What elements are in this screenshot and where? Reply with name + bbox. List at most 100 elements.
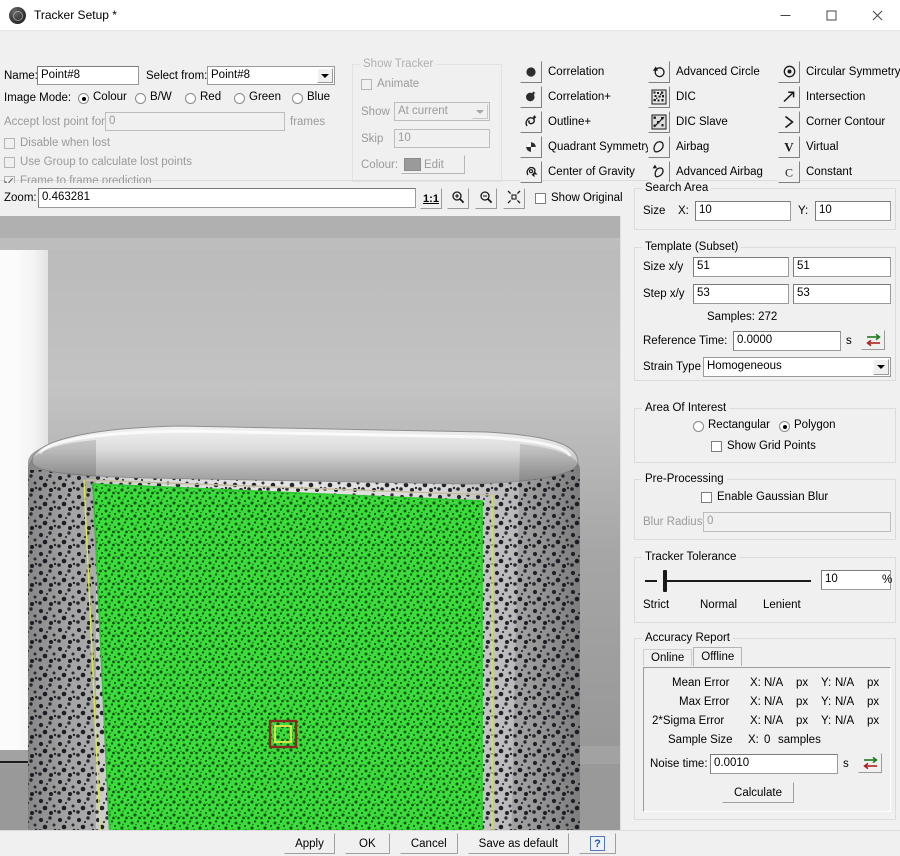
search-area-x-input[interactable]: 10 <box>695 201 791 221</box>
colour-swatch <box>404 158 421 171</box>
cancel-button[interactable]: Cancel <box>400 833 458 854</box>
settings-column: Search Area Size X: 10 Y: 10 Template (S… <box>634 186 898 830</box>
tracker-type-label: Outline+ <box>548 116 591 128</box>
two-sigma-x-value: N/A <box>764 715 783 727</box>
zoom-1to1-button[interactable]: 1:1 <box>420 188 442 209</box>
disable-when-lost-checkbox[interactable] <box>4 138 15 149</box>
preprocessing-group: Pre-Processing Enable Gaussian Blur Blur… <box>634 479 896 540</box>
tracker-type-center-of-gravity[interactable]: Center of Gravity <box>520 159 640 184</box>
strain-type-combo[interactable]: Homogeneous <box>703 357 891 377</box>
show-grid-points-checkbox[interactable] <box>711 441 722 452</box>
tracker-type-correlation[interactable]: Correlation <box>520 59 640 84</box>
tracker-tolerance-title: Tracker Tolerance <box>642 551 739 563</box>
quadrant-symmetry-icon <box>520 136 542 158</box>
close-button[interactable] <box>854 0 900 31</box>
tracker-type-label: Circular Symmetry <box>806 66 900 78</box>
noise-time-input[interactable]: 0.0010 <box>710 754 838 774</box>
reference-time-input[interactable]: 0.0000 <box>733 331 841 351</box>
maximize-button[interactable] <box>808 0 854 31</box>
chevron-down-icon[interactable] <box>317 68 333 83</box>
tracker-type-label: Virtual <box>806 141 838 153</box>
tracker-type-constant[interactable]: C Constant <box>778 159 898 184</box>
accept-lost-point-input[interactable]: 0 <box>105 112 285 131</box>
advanced-airbag-icon <box>648 161 670 183</box>
chevron-down-icon[interactable] <box>472 104 488 119</box>
template-step-x-input[interactable]: 53 <box>693 284 789 304</box>
tracker-type-label: Center of Gravity <box>548 166 635 178</box>
search-area-y-input[interactable]: 10 <box>815 201 891 221</box>
animate-checkbox[interactable] <box>361 79 372 90</box>
image-vertical-scrollbar[interactable] <box>620 216 634 830</box>
minimize-button[interactable] <box>762 0 808 31</box>
tracker-type-dic[interactable]: DIC <box>648 84 768 109</box>
tracker-type-correlation-plus[interactable]: Correlation+ <box>520 84 640 109</box>
tracker-type-corner-contour[interactable]: Corner Contour <box>778 109 898 134</box>
use-group-lost-checkbox[interactable] <box>4 157 15 168</box>
save-as-default-button[interactable]: Save as default <box>468 833 569 854</box>
frames-unit-label: frames <box>290 116 325 128</box>
help-button[interactable]: ? <box>579 833 616 854</box>
template-step-y-input[interactable]: 53 <box>793 284 891 304</box>
enable-gaussian-blur-checkbox[interactable] <box>701 492 712 503</box>
search-area-title: Search Area <box>642 182 711 194</box>
image-mode-radio-blue[interactable] <box>292 93 303 104</box>
tolerance-input[interactable]: 10 <box>821 570 891 590</box>
select-from-combo[interactable]: Point#8 <box>207 66 335 85</box>
tracker-type-outline-plus[interactable]: Outline+ <box>520 109 640 134</box>
tab-online[interactable]: Online <box>643 649 692 666</box>
zoom-in-button[interactable] <box>447 188 469 209</box>
search-area-group: Search Area Size X: 10 Y: 10 <box>634 188 896 230</box>
reference-time-apply-button[interactable] <box>861 330 885 350</box>
show-combo[interactable]: At current <box>394 102 490 121</box>
window-title-bar: Tracker Setup * <box>0 0 900 31</box>
mean-error-x-label: X: <box>750 677 761 689</box>
tracker-type-virtual[interactable]: V Virtual <box>778 134 898 159</box>
zoom-input[interactable]: 0.463281 <box>38 188 416 208</box>
colour-edit-button[interactable]: Edit <box>401 155 465 174</box>
blur-radius-input[interactable]: 0 <box>703 512 891 532</box>
blur-radius-label: Blur Radius <box>643 516 702 528</box>
skip-input[interactable]: 10 <box>394 129 490 148</box>
noise-time-apply-button[interactable] <box>858 753 882 773</box>
tracker-type-airbag[interactable]: Airbag <box>648 134 768 159</box>
tracker-type-label: Advanced Airbag <box>676 166 763 178</box>
tolerance-slider-thumb[interactable] <box>663 570 667 592</box>
ok-button[interactable]: OK <box>345 833 390 854</box>
calculate-button[interactable]: Calculate <box>722 782 794 803</box>
disable-when-lost-label: Disable when lost <box>20 137 110 149</box>
window-controls <box>762 0 900 31</box>
window-title: Tracker Setup * <box>34 8 117 22</box>
samples-label: Samples: 272 <box>707 311 777 323</box>
app-icon <box>9 7 26 24</box>
aoi-radio-polygon[interactable] <box>779 421 790 432</box>
template-size-x-input[interactable]: 51 <box>693 257 789 277</box>
tracker-type-dic-slave[interactable]: DIC Slave <box>648 109 768 134</box>
show-original-checkbox[interactable] <box>535 193 546 204</box>
image-mode-radio-colour[interactable] <box>78 93 89 104</box>
animate-label: Animate <box>377 78 419 90</box>
zoom-out-button[interactable] <box>475 188 497 209</box>
name-input[interactable]: Point#8 <box>37 66 139 85</box>
chevron-down-icon[interactable] <box>873 359 889 375</box>
tracker-type-intersection[interactable]: Intersection <box>778 84 898 109</box>
tab-offline[interactable]: Offline <box>693 647 742 666</box>
tracker-type-advanced-airbag[interactable]: Advanced Airbag <box>648 159 768 184</box>
image-mode-radio-bw[interactable] <box>135 93 146 104</box>
tracker-type-circular-symmetry[interactable]: Circular Symmetry <box>778 59 898 84</box>
tracker-type-advanced-circle[interactable]: Advanced Circle <box>648 59 768 84</box>
accuracy-tabs: Online Offline <box>643 647 743 666</box>
specimen-image-view[interactable] <box>0 216 620 830</box>
aoi-radio-rectangular[interactable] <box>693 421 704 432</box>
tracker-type-quadrant-symmetry[interactable]: Quadrant Symmetry <box>520 134 640 159</box>
zoom-fit-button[interactable] <box>503 188 525 209</box>
image-mode-label-green: Green <box>249 91 281 103</box>
colour-label: Colour: <box>361 159 398 171</box>
apply-button[interactable]: Apply <box>284 833 335 854</box>
image-mode-radio-red[interactable] <box>185 93 196 104</box>
image-mode-radio-green[interactable] <box>234 93 245 104</box>
reference-time-label: Reference Time: <box>643 335 727 347</box>
mean-error-y-label: Y: <box>821 677 831 689</box>
tolerance-slider-track[interactable] <box>667 580 811 582</box>
template-subset-group: Template (Subset) Size x/y 51 51 Step x/… <box>634 247 896 381</box>
template-size-y-input[interactable]: 51 <box>793 257 891 277</box>
